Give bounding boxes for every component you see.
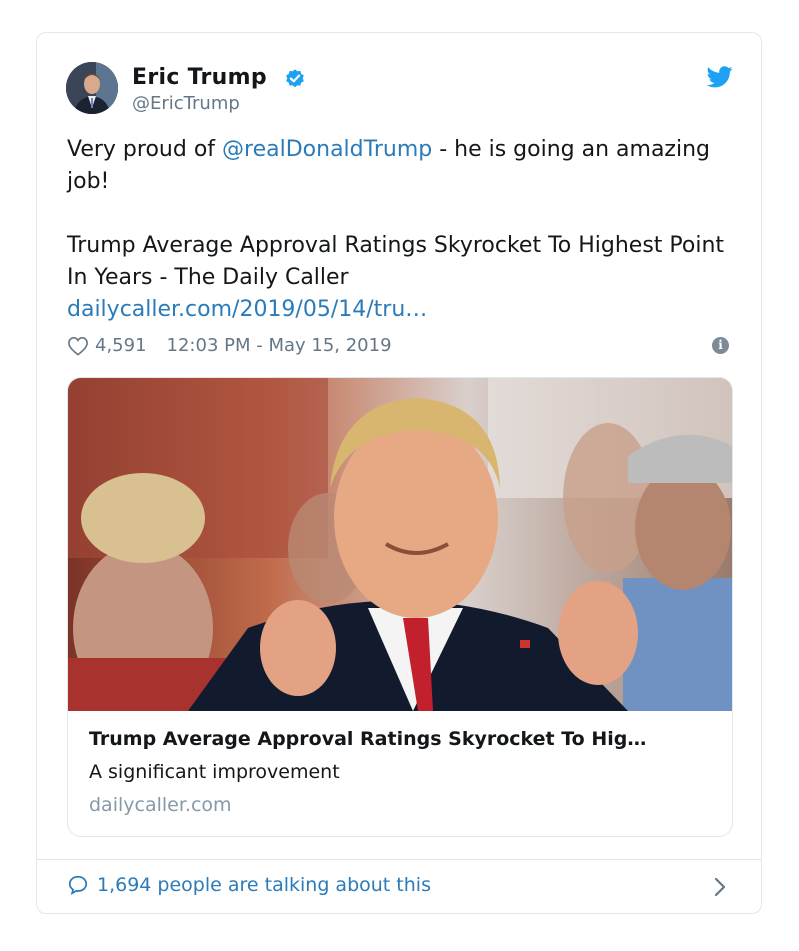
link-card-domain: dailycaller.com [89, 794, 232, 816]
article-line: Trump Average Approval Ratings Skyrocket… [67, 233, 725, 290]
tweet-main-text: Very proud of @realDonaldTrump - he is g… [67, 134, 727, 198]
avatar[interactable] [66, 62, 118, 114]
text-prefix: Very proud of [67, 137, 223, 162]
speech-bubble-icon [68, 875, 88, 896]
verified-badge-icon [286, 69, 304, 88]
author-handle[interactable]: @EricTrump [132, 93, 240, 114]
article-image [68, 378, 732, 711]
timestamp[interactable]: 12:03 PM - May 15, 2019 [167, 335, 392, 356]
chevron-right-icon[interactable] [713, 876, 727, 898]
mention-link[interactable]: @realDonaldTrump [222, 137, 432, 162]
conversation-link[interactable]: 1,694 people are talking about this [67, 874, 431, 896]
heart-icon[interactable] [67, 336, 89, 356]
author-name[interactable]: Eric Trump [132, 65, 267, 90]
link-card-description: A significant improvement [89, 761, 340, 783]
talking-count-text[interactable]: 1,694 people are talking about this [97, 874, 431, 896]
link-preview-card[interactable]: Trump Average Approval Ratings Skyrocket… [67, 377, 733, 837]
tweet-meta: 4,591 12:03 PM - May 15, 2019 [67, 335, 392, 356]
article-url-link[interactable]: dailycaller.com/2019/05/14/tru… [67, 294, 727, 326]
tweet-text: Very proud of @realDonaldTrump - he is g… [67, 134, 727, 326]
like-count[interactable]: 4,591 [95, 335, 147, 356]
info-icon[interactable]: i [712, 337, 729, 354]
twitter-bird-icon[interactable] [707, 66, 733, 88]
tweet-card: Eric Trump @EricTrump Very proud of @rea… [36, 32, 762, 914]
link-card-title[interactable]: Trump Average Approval Ratings Skyrocket… [89, 728, 646, 750]
divider [37, 859, 761, 860]
